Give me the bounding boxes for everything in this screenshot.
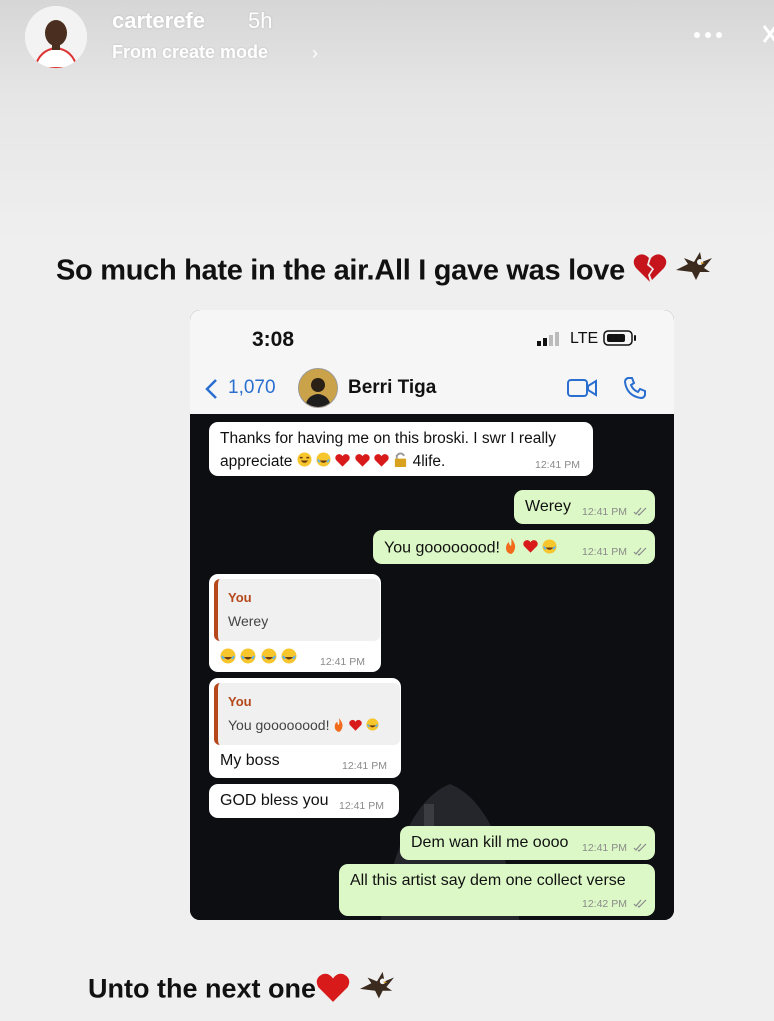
chat-area: Thanks for having me on this broski. I s… bbox=[190, 414, 674, 920]
message-text: Thanks for having me on this broski. I s… bbox=[220, 430, 556, 447]
message-text-suffix: 4life. bbox=[412, 453, 446, 471]
lock-icon bbox=[393, 452, 408, 472]
status-clock: 3:08 bbox=[252, 328, 295, 351]
close-icon[interactable] bbox=[762, 18, 774, 58]
story-time: 5h bbox=[248, 8, 273, 33]
chat-header: 1,070 Berri Tiga bbox=[190, 362, 674, 415]
read-receipt-icon bbox=[633, 547, 647, 556]
story-subtitle[interactable]: From create mode bbox=[112, 42, 268, 63]
message-time: 12:41 PM bbox=[582, 506, 627, 518]
message-time: 12:41 PM bbox=[342, 760, 387, 772]
status-bar: 3:08 LTE bbox=[190, 310, 674, 362]
message-text: Dem wan kill me oooo bbox=[411, 834, 569, 851]
message-text: GOD bless you bbox=[220, 792, 329, 809]
message-time: 12:41 PM bbox=[535, 459, 580, 471]
more-options-icon[interactable] bbox=[692, 27, 724, 38]
contact-avatar[interactable] bbox=[298, 368, 338, 408]
message-text: Werey bbox=[525, 498, 571, 515]
message-time: 12:41 PM bbox=[582, 546, 627, 558]
message-time: 12:41 PM bbox=[320, 656, 365, 668]
tears-of-joy-icon bbox=[297, 452, 312, 472]
quoted-message[interactable]: You You goooooood! bbox=[214, 683, 400, 745]
story-caption-top: So much hate in the air.All I gave was l… bbox=[56, 250, 714, 294]
message-incoming-reply[interactable]: You Werey 12:41 PM bbox=[209, 574, 381, 672]
message-time: 12:41 PM bbox=[339, 800, 384, 812]
back-unread-count[interactable]: 1,070 bbox=[228, 377, 276, 399]
heart-icon bbox=[374, 453, 389, 472]
tears-of-joy-icon bbox=[220, 648, 236, 669]
read-receipt-icon bbox=[633, 843, 647, 852]
read-receipt-icon bbox=[633, 507, 647, 516]
story-top-gradient bbox=[0, 0, 774, 240]
heart-icon bbox=[354, 453, 370, 472]
message-text: All this artist say dem one collect vers… bbox=[350, 872, 626, 889]
story-username[interactable]: carterefe bbox=[112, 8, 205, 34]
network-label: LTE bbox=[570, 330, 599, 347]
quoted-sender: You bbox=[228, 694, 252, 709]
broken-heart-icon bbox=[633, 253, 667, 291]
message-text-prefix: appreciate bbox=[220, 453, 293, 471]
tears-of-joy-icon bbox=[240, 648, 256, 669]
quoted-text: You goooooood! bbox=[228, 717, 330, 733]
quoted-text: Werey bbox=[228, 613, 269, 629]
phone-call-icon[interactable] bbox=[623, 376, 647, 400]
chat-screenshot: 3:08 LTE 1,070 Berri Tiga Thanks for hav… bbox=[190, 310, 674, 920]
tears-of-joy-icon bbox=[316, 452, 331, 472]
message-text: You goooooood! bbox=[384, 539, 500, 557]
message-incoming[interactable]: Thanks for having me on this broski. I s… bbox=[209, 422, 593, 476]
signal-icon bbox=[537, 332, 559, 346]
video-call-icon[interactable] bbox=[567, 378, 597, 398]
message-incoming[interactable]: GOD bless you 12:41 PM bbox=[209, 784, 399, 818]
message-text-line2: appreciate 4life. bbox=[220, 452, 445, 472]
tears-of-joy-icon bbox=[542, 538, 557, 559]
message-time: 12:41 PM bbox=[582, 842, 627, 854]
avatar[interactable] bbox=[25, 6, 87, 68]
fire-icon bbox=[504, 538, 518, 559]
message-outgoing[interactable]: You goooooood! 12:41 PM bbox=[373, 530, 655, 564]
message-time: 12:42 PM bbox=[582, 898, 627, 910]
message-outgoing[interactable]: Werey 12:41 PM bbox=[514, 490, 655, 524]
message-outgoing[interactable]: All this artist say dem one collect vers… bbox=[339, 864, 655, 916]
battery-icon bbox=[603, 330, 636, 346]
tears-of-joy-icon bbox=[281, 648, 297, 669]
heart-icon bbox=[523, 539, 538, 558]
heart-icon bbox=[335, 453, 351, 472]
quoted-sender: You bbox=[228, 590, 252, 605]
message-text-line: You goooooood! bbox=[384, 538, 557, 559]
message-text: My boss bbox=[220, 752, 280, 769]
eagle-icon bbox=[358, 970, 396, 1011]
story-caption-bottom: Unto the next one bbox=[88, 970, 396, 1011]
tears-of-joy-icon bbox=[366, 718, 379, 734]
quoted-text-line: You goooooood! bbox=[228, 717, 379, 735]
tears-of-joy-icon bbox=[261, 648, 277, 669]
read-receipt-icon bbox=[633, 899, 647, 908]
message-incoming-reply[interactable]: You You goooooood! My boss 12:41 PM bbox=[209, 678, 401, 778]
fire-icon bbox=[333, 717, 345, 735]
quoted-message[interactable]: You Werey bbox=[214, 579, 380, 641]
chevron-right-icon[interactable]: › bbox=[312, 43, 318, 64]
caption-bottom-text: Unto the next one bbox=[88, 973, 316, 1004]
heart-icon bbox=[349, 718, 362, 734]
back-chevron-icon[interactable] bbox=[204, 378, 218, 400]
message-outgoing[interactable]: Dem wan kill me oooo 12:41 PM bbox=[400, 826, 655, 860]
eagle-icon bbox=[674, 250, 714, 294]
heart-icon bbox=[316, 972, 350, 1009]
contact-name[interactable]: Berri Tiga bbox=[348, 377, 436, 399]
emoji-row bbox=[220, 648, 297, 669]
caption-top-text: So much hate in the air.All I gave was l… bbox=[56, 254, 625, 287]
